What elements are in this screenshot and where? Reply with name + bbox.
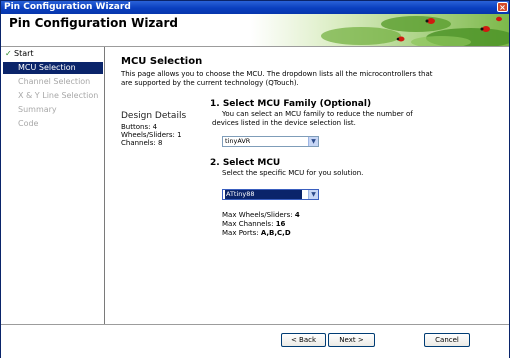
max-ports-label: Max Ports: [222, 229, 259, 237]
design-channels: Channels: 8 [121, 139, 163, 147]
mcu-select[interactable]: ATtiny88 ▼ [222, 189, 319, 200]
page-title: MCU Selection [121, 56, 203, 67]
mcu-family-select[interactable]: tinyAVR ▼ [222, 136, 319, 147]
page-description: This page allows you to choose the MCU. … [121, 70, 433, 87]
cancel-button[interactable]: Cancel [424, 333, 470, 347]
window-title: Pin Configuration Wizard [4, 2, 131, 12]
mcu-help: Select the specific MCU for you solution… [222, 169, 364, 177]
max-wheels-stat: Max Wheels/Sliders: 4 [222, 211, 300, 220]
step-label: Start [14, 49, 34, 58]
wizard-footer: < Back Next > Cancel [1, 324, 509, 358]
max-ports-stat: Max Ports: A,B,C,D [222, 229, 291, 238]
chevron-down-icon[interactable]: ▼ [308, 137, 318, 146]
wizard-window: Pin Configuration Wizard × Pin Configura… [0, 0, 510, 358]
back-button[interactable]: < Back [281, 333, 326, 347]
mcu-family-value: tinyAVR [225, 137, 251, 145]
chevron-down-icon[interactable]: ▼ [308, 190, 318, 199]
close-button[interactable]: × [497, 2, 508, 12]
title-bar[interactable]: Pin Configuration Wizard × [1, 1, 509, 14]
header-title: Pin Configuration Wizard [9, 16, 179, 30]
max-wheels-value: 4 [294, 211, 300, 219]
main-panel: MCU Selection This page allows you to ch… [105, 47, 509, 324]
family-help: You can select an MCU family to reduce t… [212, 110, 413, 127]
step-mcu-selection[interactable]: MCU Selection [3, 62, 103, 74]
max-wheels-label: Max Wheels/Sliders: [222, 211, 293, 219]
max-ports-value: A,B,C,D [260, 229, 291, 237]
check-icon: ✓ [5, 49, 12, 58]
step-summary: Summary [18, 105, 57, 114]
design-details-title: Design Details [121, 111, 187, 121]
next-button[interactable]: Next > [328, 333, 375, 347]
max-channels-stat: Max Channels: 16 [222, 220, 285, 229]
leaves-ladybug-banner [251, 14, 509, 46]
ladybug-icon [496, 16, 502, 22]
step-start[interactable]: ✓ Start [3, 48, 103, 60]
wizard-steps: ✓ Start MCU Selection Channel Selection … [1, 47, 105, 324]
mcu-heading: 2. Select MCU [210, 158, 281, 168]
wizard-header: Pin Configuration Wizard [1, 14, 509, 47]
step-channel-selection: Channel Selection [18, 77, 91, 86]
family-heading: 1. Select MCU Family (Optional) [210, 99, 372, 109]
step-xy-line-selection: X & Y Line Selection [18, 91, 99, 100]
mcu-value: ATtiny88 [225, 190, 302, 199]
max-channels-value: 16 [275, 220, 286, 228]
max-channels-label: Max Channels: [222, 220, 274, 228]
step-code: Code [18, 119, 39, 128]
